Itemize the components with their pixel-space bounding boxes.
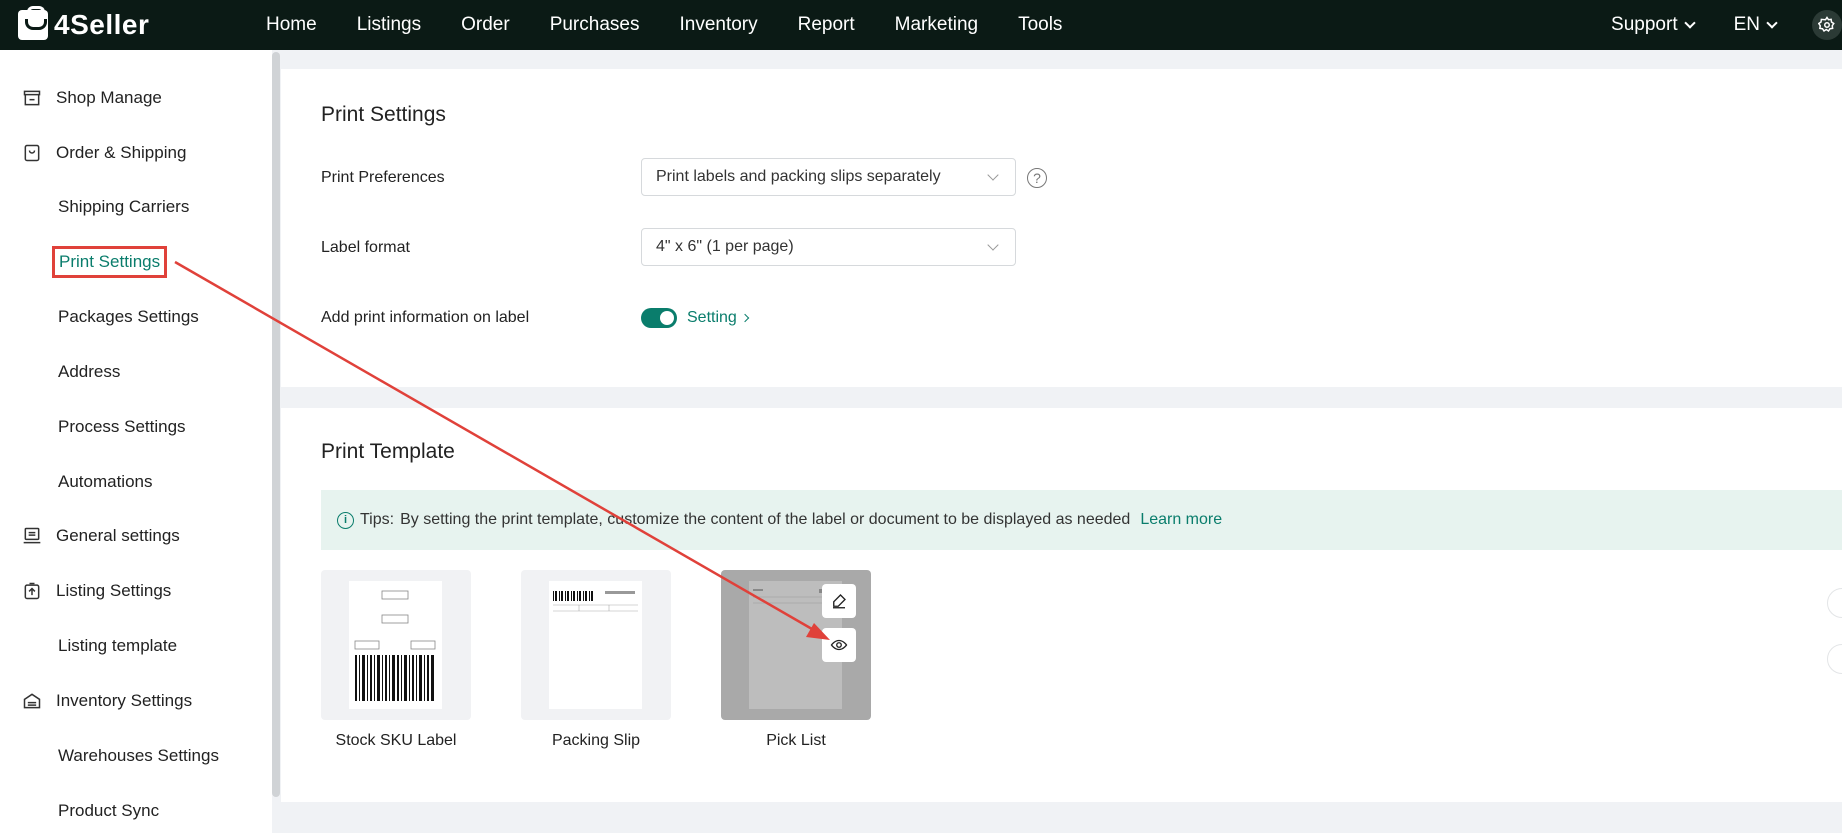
chevron-down-icon	[1766, 16, 1778, 29]
main-nav: Home Listings Order Purchases Inventory …	[266, 14, 1102, 36]
nav-marketing[interactable]: Marketing	[895, 14, 978, 36]
sidebar-item-process-settings[interactable]: Process Settings	[58, 417, 186, 437]
template-thumbnail[interactable]	[321, 570, 471, 720]
inventory-settings-icon	[20, 689, 44, 713]
sidebar-item-address[interactable]: Address	[58, 362, 120, 382]
packing-slip-preview-image	[549, 581, 642, 709]
info-icon: i	[337, 511, 354, 529]
chevron-down-icon	[987, 169, 999, 181]
sidebar-item-shipping-carriers[interactable]: Shipping Carriers	[58, 197, 189, 217]
template-pick-list[interactable]: Pick List	[721, 570, 871, 750]
chevron-down-icon	[1683, 16, 1696, 29]
chevron-down-icon	[987, 239, 999, 251]
nav-purchases[interactable]: Purchases	[550, 14, 640, 36]
nav-order[interactable]: Order	[461, 14, 510, 36]
setting-link-label: Setting	[687, 309, 737, 326]
eye-icon	[830, 639, 848, 651]
sidebar-item-order-shipping[interactable]: Order & Shipping	[0, 141, 186, 165]
floating-side-button[interactable]	[1827, 644, 1842, 674]
template-packing-slip[interactable]: Packing Slip	[521, 570, 671, 750]
nav-tools[interactable]: Tools	[1018, 14, 1062, 36]
language-menu[interactable]: EN	[1733, 14, 1778, 36]
label-preview-image	[349, 581, 442, 709]
bag-logo-icon	[18, 6, 48, 40]
shop-icon	[20, 86, 44, 110]
sidebar-item-label: Order & Shipping	[56, 143, 187, 162]
sidebar-item-listing-template[interactable]: Listing template	[58, 636, 177, 656]
print-info-toggle[interactable]	[641, 308, 677, 328]
print-template-card: Print Template i Tips: By setting the pr…	[281, 408, 1842, 802]
print-preferences-value: Print labels and packing slips separatel…	[656, 168, 941, 185]
label-format-label: Label format	[321, 239, 410, 256]
top-navigation-bar: 4Seller Home Listings Order Purchases In…	[0, 0, 1842, 50]
preview-template-button[interactable]	[822, 628, 856, 662]
sidebar-item-label: Listing Settings	[56, 581, 172, 600]
template-name: Pick List	[766, 732, 826, 749]
sidebar-item-general-settings[interactable]: General settings	[0, 524, 180, 548]
help-icon[interactable]: ?	[1027, 168, 1047, 188]
nav-home[interactable]: Home	[266, 14, 317, 36]
sidebar-scrollbar[interactable]	[272, 52, 280, 797]
tips-text: By setting the print template, customize…	[400, 511, 1131, 528]
edit-template-button[interactable]	[822, 584, 856, 618]
label-format-select[interactable]: 4" x 6" (1 per page)	[641, 228, 1016, 266]
template-thumbnail[interactable]	[521, 570, 671, 720]
template-thumbnail[interactable]	[721, 570, 871, 720]
tips-banner: i Tips: By setting the print template, c…	[321, 490, 1842, 550]
tips-prefix: Tips:	[360, 511, 395, 528]
gear-icon	[1818, 16, 1835, 33]
template-stock-sku-label[interactable]: Stock SKU Label	[321, 570, 471, 750]
support-menu[interactable]: Support	[1611, 14, 1696, 36]
template-name: Packing Slip	[551, 732, 641, 749]
language-label: EN	[1733, 14, 1760, 35]
nav-report[interactable]: Report	[798, 14, 855, 36]
print-preferences-label: Print Preferences	[321, 169, 445, 186]
floating-side-button[interactable]	[1827, 588, 1842, 618]
learn-more-link[interactable]: Learn more	[1140, 511, 1222, 529]
label-format-value: 4" x 6" (1 per page)	[656, 238, 794, 255]
nav-inventory[interactable]: Inventory	[679, 14, 757, 36]
print-info-label: Add print information on label	[321, 309, 530, 326]
print-settings-title: Print Settings	[321, 103, 446, 126]
nav-listings[interactable]: Listings	[357, 14, 421, 36]
sidebar-item-shop-manage[interactable]: Shop Manage	[0, 86, 162, 110]
brand-name: 4Seller	[54, 9, 150, 40]
brand-logo[interactable]: 4Seller	[18, 6, 248, 41]
sidebar-item-product-sync[interactable]: Product Sync	[58, 801, 159, 821]
settings-gear-button[interactable]	[1812, 10, 1842, 40]
settings-sidebar: Shop Manage Order & Shipping Shipping Ca…	[0, 50, 272, 833]
order-icon	[20, 141, 44, 165]
sidebar-item-inventory-settings[interactable]: Inventory Settings	[0, 689, 192, 713]
header-right: Support EN	[1611, 0, 1842, 50]
print-settings-card: Print Settings Print Preferences Print l…	[281, 69, 1842, 387]
print-template-title: Print Template	[321, 440, 455, 463]
chevron-right-icon	[740, 313, 750, 323]
setting-link[interactable]: Setting	[687, 309, 750, 327]
sidebar-item-warehouses-settings[interactable]: Warehouses Settings	[58, 746, 219, 766]
general-settings-icon	[20, 524, 44, 548]
listing-settings-icon	[20, 579, 44, 603]
sidebar-item-packages-settings[interactable]: Packages Settings	[58, 307, 199, 327]
template-name: Stock SKU Label	[335, 732, 457, 749]
sidebar-item-automations[interactable]: Automations	[58, 472, 153, 492]
sidebar-item-label: Inventory Settings	[56, 691, 193, 710]
eraser-edit-icon	[833, 594, 846, 609]
print-preferences-select[interactable]: Print labels and packing slips separatel…	[641, 158, 1016, 196]
sidebar-item-label: Shop Manage	[56, 88, 162, 107]
support-label: Support	[1611, 14, 1678, 35]
sidebar-item-listing-settings[interactable]: Listing Settings	[0, 579, 171, 603]
sidebar-item-label: General settings	[56, 526, 180, 545]
sidebar-item-print-settings[interactable]: Print Settings	[51, 246, 168, 278]
